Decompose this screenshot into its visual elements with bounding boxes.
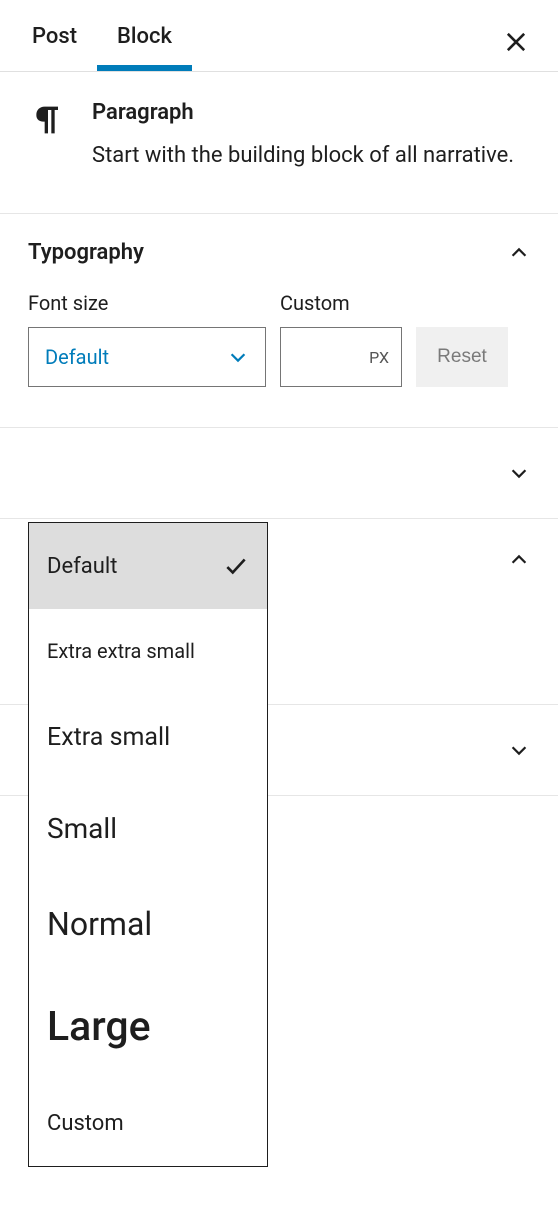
inspector-tabs: Post Block <box>0 0 558 72</box>
dropdown-option-xs[interactable]: Extra small <box>29 693 267 782</box>
block-subtitle: Start with the building block of all nar… <box>92 139 514 173</box>
font-size-dropdown: Default Extra extra small Extra small Sm… <box>28 522 268 1167</box>
typography-header[interactable]: Typography <box>0 214 558 291</box>
close-icon <box>502 28 530 56</box>
dropdown-option-custom[interactable]: Custom <box>29 1081 267 1166</box>
block-description: Paragraph Start with the building block … <box>0 72 558 214</box>
block-inspector-panel: Post Block Paragraph Start with the buil… <box>0 0 558 796</box>
dropdown-option-default[interactable]: Default <box>29 523 267 609</box>
typography-body: Font size Default Custom PX Reset <box>0 291 558 427</box>
block-description-text: Paragraph Start with the building block … <box>92 100 514 173</box>
font-size-row: Font size Default Custom PX Reset <box>28 291 530 387</box>
block-title: Paragraph <box>92 100 514 125</box>
font-size-select[interactable]: Default <box>28 327 266 387</box>
close-button[interactable] <box>498 24 534 60</box>
reset-button[interactable]: Reset <box>416 327 508 387</box>
chevron-up-icon <box>508 549 530 571</box>
typography-section: Typography Font size Default Custom PX <box>0 214 558 428</box>
dropdown-option-l[interactable]: Large <box>29 973 267 1081</box>
font-size-select-value: Default <box>45 345 109 369</box>
dropdown-option-xxs[interactable]: Extra extra small <box>29 609 267 693</box>
paragraph-icon <box>28 100 68 140</box>
tab-post[interactable]: Post <box>12 0 97 71</box>
typography-title: Typography <box>28 240 144 265</box>
dropdown-option-n[interactable]: Normal <box>29 875 267 973</box>
tab-block[interactable]: Block <box>97 0 192 71</box>
font-size-label: Font size <box>28 291 266 315</box>
dropdown-option-s[interactable]: Small <box>29 782 267 875</box>
unit-label: PX <box>369 348 389 367</box>
chevron-up-icon <box>508 242 530 264</box>
color-section-header[interactable] <box>0 428 558 519</box>
custom-size-input[interactable]: PX <box>280 327 402 387</box>
chevron-down-icon <box>508 739 530 761</box>
custom-size-label: Custom <box>280 291 402 315</box>
check-icon <box>223 553 249 579</box>
chevron-down-icon <box>227 346 249 368</box>
chevron-down-icon <box>508 462 530 484</box>
